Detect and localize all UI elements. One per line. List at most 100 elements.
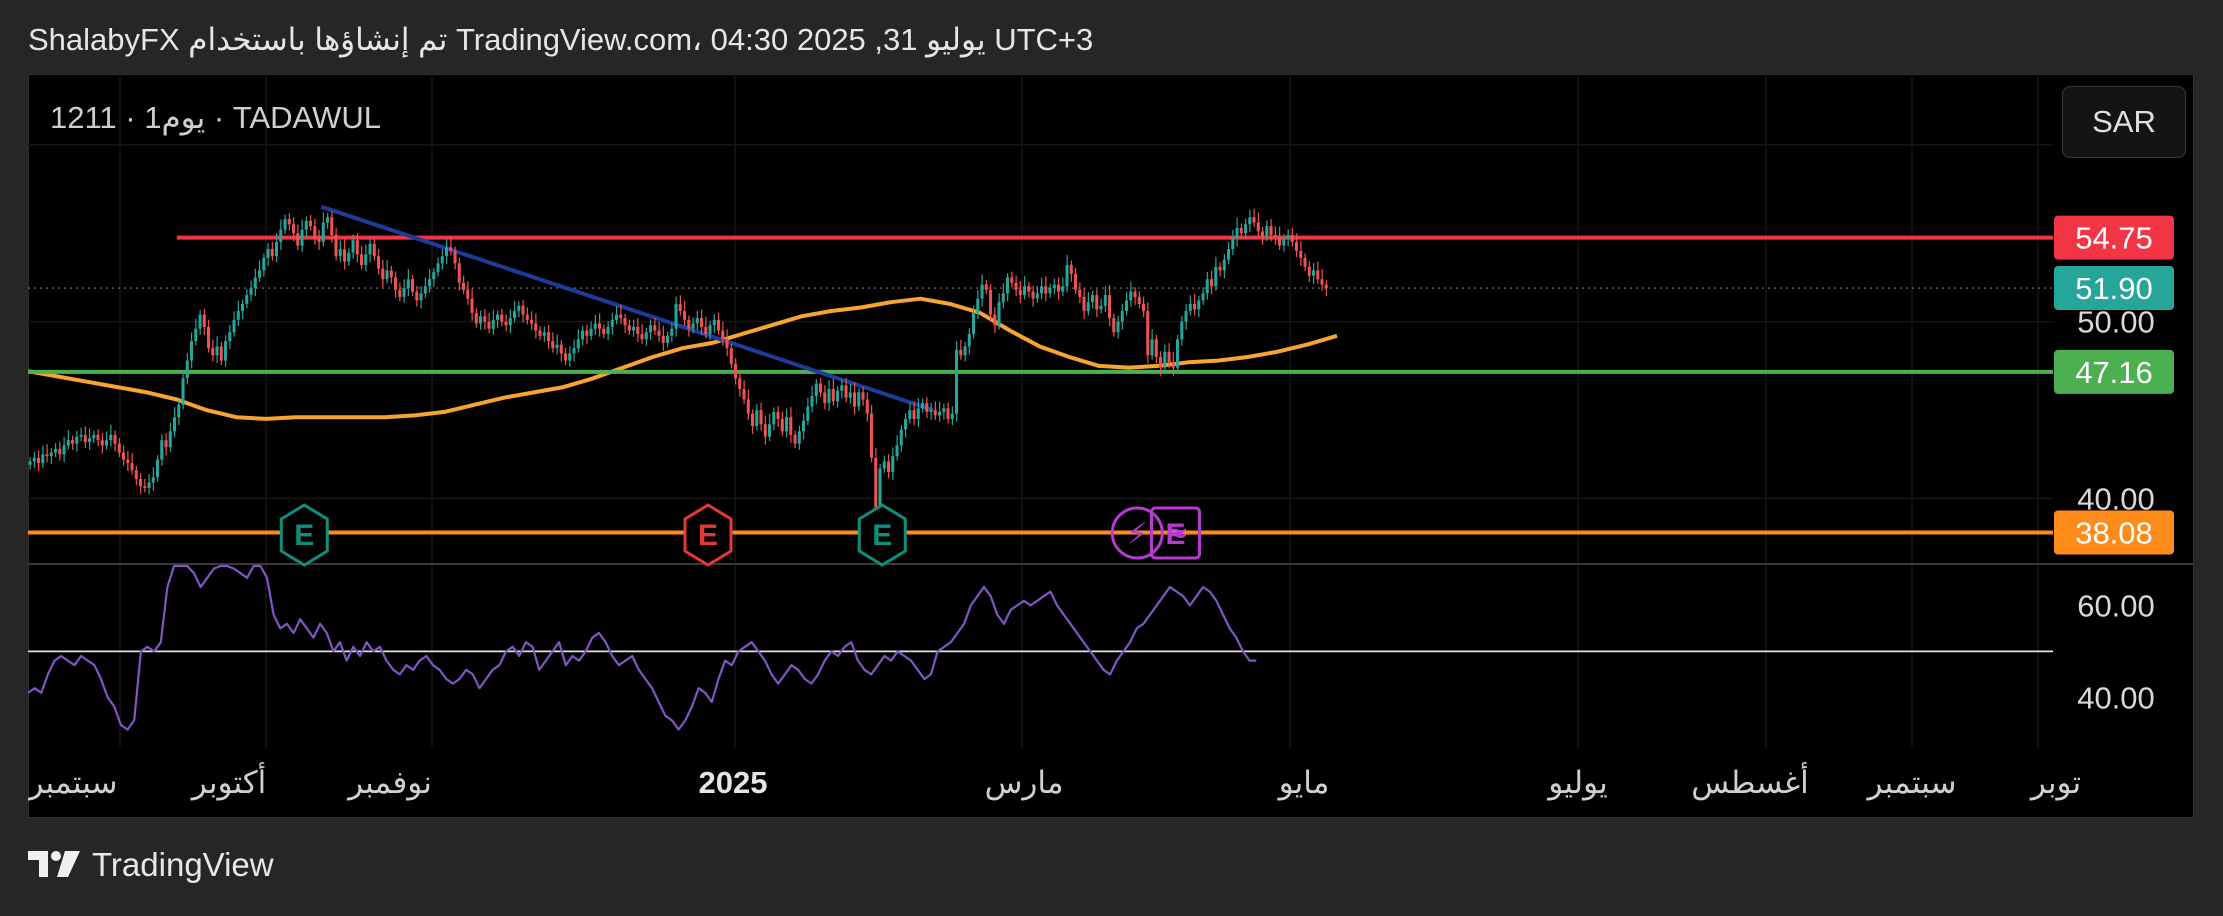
candle (946, 402, 950, 424)
candle (1256, 212, 1260, 238)
time-tick-label: نوفمبر (346, 765, 432, 801)
candle (347, 248, 351, 266)
candle (343, 239, 347, 270)
candle (147, 473, 151, 495)
candle (134, 465, 138, 486)
candle (309, 214, 313, 231)
candle (517, 301, 521, 318)
time-tick-label: أغسطس (1691, 762, 1808, 800)
candle (1214, 256, 1218, 291)
rsi-line (28, 564, 1257, 731)
candle (49, 448, 53, 465)
candle (1227, 241, 1231, 265)
candle (980, 274, 984, 307)
candle (1129, 281, 1133, 307)
candle (92, 430, 96, 443)
candle (606, 321, 610, 341)
candle (759, 402, 763, 431)
candle (1188, 295, 1192, 316)
candle (717, 312, 721, 335)
candle (1099, 298, 1103, 314)
candle (742, 380, 746, 404)
candle (542, 326, 546, 342)
candle (1069, 260, 1073, 282)
candle (823, 385, 827, 410)
candle (895, 435, 899, 461)
price-label-floor: 38.08 (2054, 510, 2174, 555)
candle (1074, 268, 1078, 295)
footer-brand: TradingView (28, 846, 274, 884)
time-tick-label: 2025 (699, 765, 768, 800)
candle (572, 339, 576, 362)
candle (1031, 285, 1035, 307)
candle (751, 409, 755, 434)
candle (530, 311, 534, 330)
candle (1201, 287, 1205, 305)
candle (185, 353, 189, 385)
rsi-tick-label: 60.00 (2077, 588, 2155, 623)
candle (674, 296, 678, 337)
candle (194, 318, 198, 346)
currency-button[interactable]: SAR (2062, 86, 2186, 158)
candle (139, 473, 143, 495)
candle (211, 339, 215, 362)
svg-text:54.75: 54.75 (2075, 221, 2153, 256)
candle (598, 313, 602, 337)
candle (657, 321, 661, 342)
candle (105, 431, 109, 450)
candle (551, 332, 555, 353)
candle (1248, 210, 1252, 233)
time-tick-label: توبر (2029, 765, 2081, 801)
candle (474, 308, 478, 328)
candle (262, 253, 266, 277)
event-marker-earnings_green[interactable]: E (279, 503, 329, 567)
candlestick-chart[interactable]: EEE⚡≈E 60.0050.0040.0060.0040.00سبتمبرأك… (28, 74, 2194, 818)
candle (793, 430, 797, 449)
candle (462, 275, 466, 295)
candle (568, 346, 572, 367)
candle (1316, 261, 1320, 284)
candle (466, 281, 470, 305)
candle (1112, 313, 1116, 337)
candle (224, 335, 228, 367)
candle (398, 282, 402, 302)
candle (266, 243, 270, 266)
candle (925, 397, 929, 419)
candle (1205, 271, 1209, 300)
candle (1197, 296, 1201, 318)
candle (725, 329, 729, 357)
candle (712, 314, 716, 334)
candle (997, 293, 1001, 330)
candle (41, 445, 45, 468)
svg-text:47.16: 47.16 (2075, 355, 2153, 390)
candle (109, 424, 113, 447)
candle (304, 216, 308, 238)
candle (666, 331, 670, 348)
candle (1307, 260, 1311, 282)
candle (1052, 278, 1056, 295)
candle (904, 413, 908, 438)
candle (1154, 334, 1158, 364)
candle (500, 308, 504, 327)
candle (37, 450, 41, 472)
candle (122, 445, 126, 466)
candle (1142, 296, 1146, 318)
event-marker-earnings_red[interactable]: E (683, 503, 733, 567)
candle (321, 212, 325, 247)
candle (814, 379, 818, 404)
candle (797, 425, 801, 450)
candle (547, 325, 551, 350)
candle (1044, 276, 1048, 302)
candle (377, 248, 381, 275)
price-label-support: 47.16 (2054, 349, 2174, 394)
price-label-last: 51.90 (2054, 266, 2174, 311)
candle (283, 214, 287, 235)
candle (1035, 286, 1039, 304)
candle (419, 286, 423, 309)
event-marker-earnings_green[interactable]: E (857, 503, 907, 567)
time-tick-label: أكتوبر (190, 762, 266, 801)
candle (207, 319, 211, 353)
candle (1116, 315, 1120, 339)
candle (279, 219, 283, 251)
candle (181, 372, 185, 410)
